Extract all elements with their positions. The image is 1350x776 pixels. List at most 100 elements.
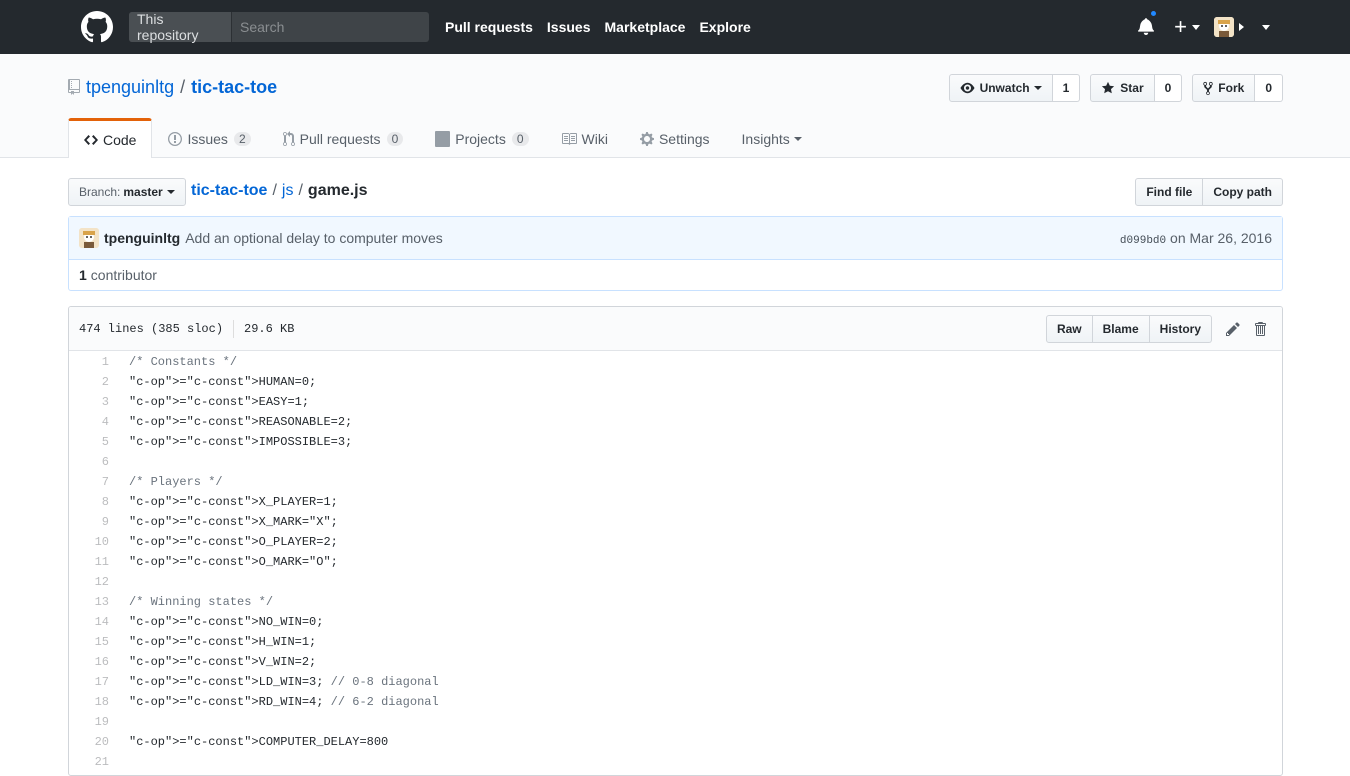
line-number[interactable]: 11 <box>69 552 119 572</box>
blame-button[interactable]: Blame <box>1092 315 1150 343</box>
notifications-bell-icon[interactable] <box>1138 9 1159 37</box>
create-new-caret-icon[interactable] <box>1192 24 1200 30</box>
tab-issues[interactable]: Issues 2 <box>152 118 266 158</box>
tab-pull-requests[interactable]: Pull requests 0 <box>267 118 420 158</box>
pagehead-actions: Unwatch 1 Star 0 Fork 0 <box>939 74 1283 102</box>
repo-nav: Code Issues 2 Pull requests 0 Projects 0… <box>68 118 818 158</box>
contributors-row[interactable]: 1 contributor <box>69 260 1282 290</box>
line-number[interactable]: 20 <box>69 732 119 752</box>
insights-caret-icon <box>793 136 802 141</box>
line-code: "c-op">="c-const">LD_WIN=3; // 0-8 diago… <box>129 675 439 689</box>
line-code: "c-op">="c-const">HUMAN=0; <box>129 375 317 389</box>
raw-button[interactable]: Raw <box>1045 315 1093 343</box>
line-number[interactable]: 21 <box>69 752 119 772</box>
repo-title-separator: / <box>180 77 186 97</box>
nav-marketplace[interactable]: Marketplace <box>605 19 686 35</box>
code-body: 1 /* Constants */ 2 "c-op">="c-const">HUMAN… <box>69 351 1282 772</box>
branch-select-button[interactable]: Branch: master <box>68 178 186 206</box>
pull-request-icon <box>282 130 295 146</box>
code-line: 14 "c-op">="c-const">NO_WIN=0; <box>69 612 1282 632</box>
branch-value: master <box>123 185 163 199</box>
tab-projects[interactable]: Projects 0 <box>419 118 544 158</box>
search-input[interactable] <box>232 12 429 42</box>
code-line: 19 <box>69 712 1282 732</box>
star-button[interactable]: Star <box>1090 74 1155 102</box>
nav-issues[interactable]: Issues <box>547 19 591 35</box>
commit-author-avatar[interactable] <box>79 228 99 248</box>
commit-author-link[interactable]: tpenguinltg <box>104 230 180 246</box>
file-actions: Find file Copy path <box>1135 178 1283 206</box>
watchers-count[interactable]: 1 <box>1052 74 1081 102</box>
line-number[interactable]: 6 <box>69 452 119 472</box>
line-number[interactable]: 15 <box>69 632 119 652</box>
code-icon <box>84 134 98 145</box>
breadcrumb: tic-tac-toe / js / game.js <box>191 182 368 200</box>
line-number[interactable]: 9 <box>69 512 119 532</box>
user-menu-caret-icon[interactable] <box>1262 24 1270 30</box>
avatar-expand-icon <box>1239 23 1244 31</box>
line-code: /* Winning states */ <box>129 595 274 609</box>
watch-group: Unwatch 1 <box>948 74 1081 102</box>
file-header-actions: Raw Blame History <box>1045 315 1266 343</box>
find-file-button[interactable]: Find file <box>1135 178 1204 206</box>
line-number[interactable]: 1 <box>69 352 119 372</box>
code-line: 13 /* Winning states */ <box>69 592 1282 612</box>
stars-count[interactable]: 0 <box>1154 74 1183 102</box>
file-lines-info: 474 lines (385 sloc) <box>79 321 224 336</box>
line-number[interactable]: 10 <box>69 532 119 552</box>
user-avatar[interactable] <box>1214 17 1234 37</box>
repo-header: tpenguinltg / tic-tac-toe Unwatch 1 Star… <box>0 54 1350 158</box>
line-number[interactable]: 7 <box>69 472 119 492</box>
create-new-plus-icon[interactable]: + <box>1174 16 1187 38</box>
line-number[interactable]: 13 <box>69 592 119 612</box>
notification-indicator <box>1149 9 1159 18</box>
tab-settings[interactable]: Settings <box>624 118 726 158</box>
commit-sha-link[interactable]: d099bd0 <box>1120 235 1166 247</box>
breadcrumb-dir-link[interactable]: js <box>282 182 294 200</box>
line-number[interactable]: 17 <box>69 672 119 692</box>
line-code: "c-op">="c-const">COMPUTER_DELAY=800 <box>129 735 389 749</box>
nav-explore[interactable]: Explore <box>699 19 750 35</box>
breadcrumb-file-name: game.js <box>307 182 368 199</box>
nav-pull-requests[interactable]: Pull requests <box>445 19 533 35</box>
line-number[interactable]: 12 <box>69 572 119 592</box>
commit-meta: d099bd0 on Mar 26, 2016 <box>1120 230 1272 247</box>
commit-message-link[interactable]: Add an optional delay to computer moves <box>185 230 443 246</box>
forks-count[interactable]: 0 <box>1255 74 1283 102</box>
line-number[interactable]: 4 <box>69 412 119 432</box>
fork-button[interactable]: Fork <box>1192 74 1256 102</box>
history-button[interactable]: History <box>1149 315 1212 343</box>
github-logo-icon[interactable] <box>81 11 113 43</box>
line-number[interactable]: 14 <box>69 612 119 632</box>
line-number[interactable]: 2 <box>69 372 119 392</box>
tab-insights[interactable]: Insights <box>726 118 818 158</box>
tab-projects-label: Projects <box>455 130 506 147</box>
tab-pull-requests-label: Pull requests <box>299 130 381 147</box>
line-number[interactable]: 5 <box>69 432 119 452</box>
breadcrumb-repo-link[interactable]: tic-tac-toe <box>191 182 267 200</box>
tab-code[interactable]: Code <box>68 118 153 158</box>
code-line: 12 <box>69 572 1282 592</box>
repo-name-link[interactable]: tic-tac-toe <box>191 77 277 98</box>
repo-owner-link[interactable]: tpenguinltg <box>86 77 174 98</box>
code-line: 18 "c-op">="c-const">RD_WIN=4; // 6-2 dia… <box>69 692 1282 712</box>
unwatch-label: Unwatch <box>979 81 1030 95</box>
fork-label: Fork <box>1218 81 1245 95</box>
tab-wiki[interactable]: Wiki <box>545 118 624 158</box>
contributors-label: contributor <box>90 267 157 283</box>
line-number[interactable]: 8 <box>69 492 119 512</box>
line-number[interactable]: 19 <box>69 712 119 732</box>
breadcrumb-separator: / <box>272 182 277 199</box>
pull-requests-counter: 0 <box>386 131 404 146</box>
copy-path-button[interactable]: Copy path <box>1203 178 1283 206</box>
line-number[interactable]: 18 <box>69 692 119 712</box>
line-code: "c-op">="c-const">NO_WIN=0; <box>129 615 324 629</box>
line-number[interactable]: 3 <box>69 392 119 412</box>
pencil-icon[interactable] <box>1226 321 1240 337</box>
trashcan-icon[interactable] <box>1254 321 1266 337</box>
unwatch-button[interactable]: Unwatch <box>948 74 1053 102</box>
tab-insights-label: Insights <box>741 130 790 147</box>
line-number[interactable]: 16 <box>69 652 119 672</box>
